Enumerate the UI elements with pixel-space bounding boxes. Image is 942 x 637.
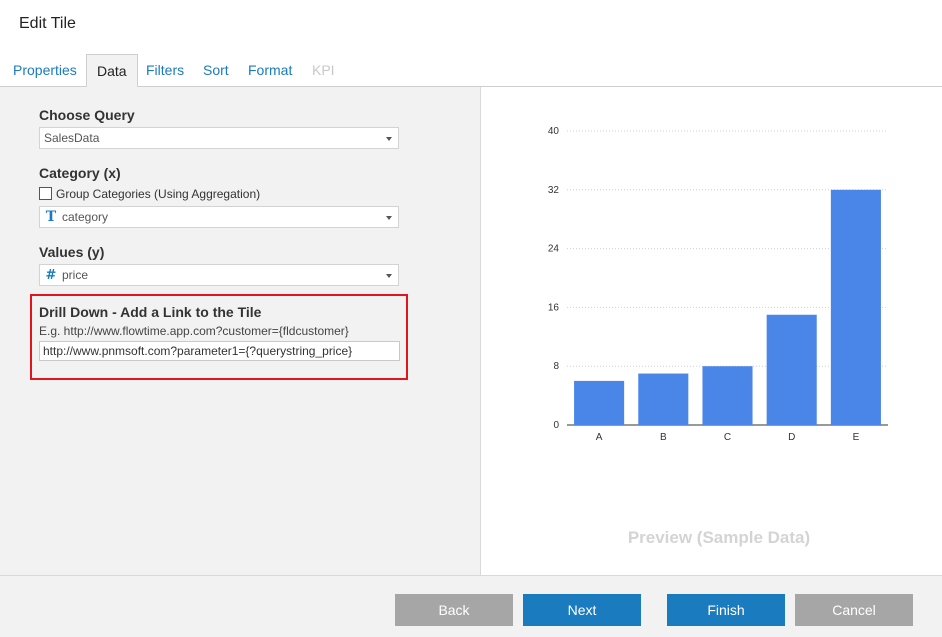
next-button[interactable]: Next: [523, 594, 641, 626]
tab-format[interactable]: Format: [238, 54, 302, 87]
x-tick-label: B: [660, 432, 667, 443]
preview-panel: 0 8 16 24 32 40 A B C D E Preview (Sample Data): [481, 87, 942, 575]
group-categories-checkbox[interactable]: [39, 187, 52, 200]
x-tick-label: A: [596, 432, 603, 443]
bar-chart: 0 8 16 24 32 40 A B C D E: [481, 87, 942, 487]
y-tick-label: 40: [548, 126, 560, 137]
tab-data[interactable]: Data: [86, 54, 138, 88]
bar-E: [830, 189, 881, 425]
bar-B: [638, 373, 689, 425]
group-categories-label: Group Categories (Using Aggregation): [56, 187, 261, 201]
text-type-icon: T: [45, 209, 57, 225]
tab-properties[interactable]: Properties: [3, 54, 87, 87]
title-bar: Edit Tile: [0, 0, 942, 52]
category-select-value: category: [62, 210, 109, 224]
y-tick-label: 16: [548, 302, 560, 313]
number-type-icon: #: [45, 268, 57, 283]
y-tick-label: 0: [553, 420, 559, 431]
group-categories-row[interactable]: Group Categories (Using Aggregation): [39, 187, 260, 201]
data-settings-panel: Choose Query SalesData Category (x) Grou…: [0, 87, 481, 575]
x-tick-label: D: [788, 432, 795, 443]
bar-chart-svg: 0 8 16 24 32 40 A B C D E: [548, 126, 888, 443]
preview-label: Preview (Sample Data): [627, 528, 811, 547]
bar-C: [702, 366, 753, 425]
footer-bar: Back Next Finish Cancel: [0, 575, 942, 637]
drill-down-section: Drill Down - Add a Link to the Tile E.g.…: [30, 294, 408, 380]
category-label: Category (x): [39, 165, 121, 181]
query-select[interactable]: SalesData: [39, 127, 399, 149]
query-select-value: SalesData: [44, 131, 100, 145]
drill-down-url-input[interactable]: [39, 341, 400, 361]
back-button[interactable]: Back: [395, 594, 513, 626]
y-tick-label: 24: [548, 244, 560, 255]
y-tick-label: 32: [548, 185, 560, 196]
values-label: Values (y): [39, 244, 105, 260]
finish-button[interactable]: Finish: [667, 594, 785, 626]
chevron-down-icon: [386, 137, 392, 141]
bar-A: [574, 380, 625, 425]
drill-down-example: E.g. http://www.flowtime.app.com?custome…: [39, 324, 349, 338]
choose-query-label: Choose Query: [39, 107, 135, 123]
window-title: Edit Tile: [19, 15, 76, 32]
drill-down-label: Drill Down - Add a Link to the Tile: [39, 304, 262, 320]
tab-filters[interactable]: Filters: [136, 54, 194, 87]
tab-bar: Properties Data Filters Sort Format KPI: [0, 52, 942, 88]
chevron-down-icon: [386, 216, 392, 220]
x-tick-label: E: [853, 432, 860, 443]
tab-kpi: KPI: [312, 62, 335, 78]
values-select-value: price: [62, 268, 89, 282]
category-select[interactable]: Tcategory: [39, 206, 399, 228]
values-select[interactable]: # price: [39, 264, 399, 286]
y-tick-label: 8: [553, 361, 559, 372]
chevron-down-icon: [386, 274, 392, 278]
cancel-button[interactable]: Cancel: [795, 594, 913, 626]
bar-D: [766, 314, 817, 425]
tab-sort[interactable]: Sort: [193, 54, 239, 87]
x-tick-label: C: [724, 432, 731, 443]
